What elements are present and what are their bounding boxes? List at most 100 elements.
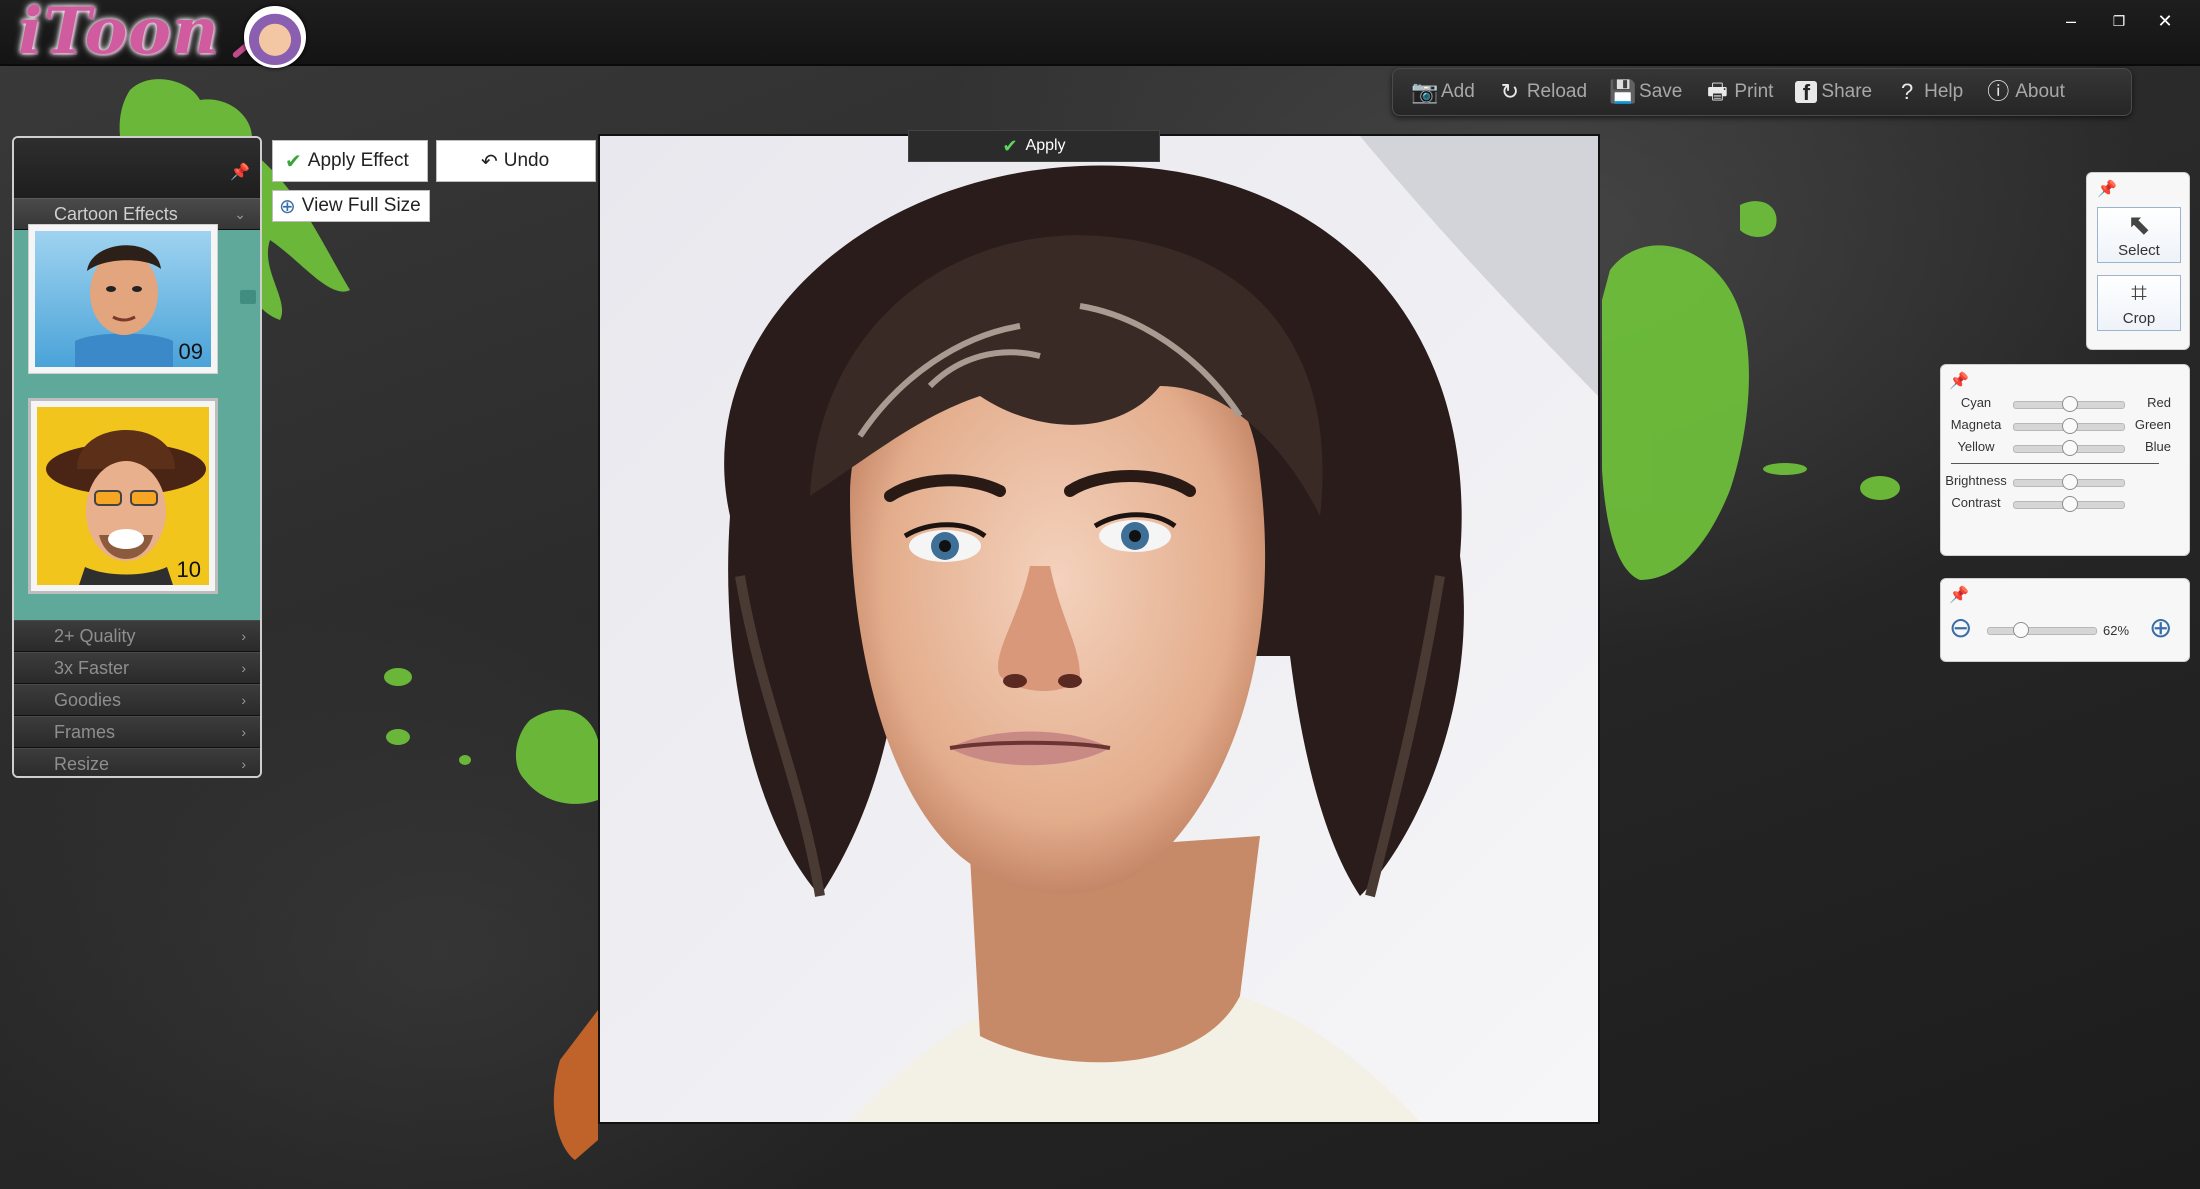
contrast-slider[interactable] [2013,496,2125,512]
yellow-blue-slider-row: Yellow Blue [1941,439,2181,459]
image-canvas[interactable] [598,134,1600,1124]
undo-label: Undo [503,150,550,171]
undo-icon: ↶ [481,150,498,173]
slider-knob[interactable] [2013,622,2030,638]
pin-icon[interactable]: 📌 [1949,585,1969,605]
view-full-size-label: View Full Size [301,195,421,216]
thumbnail-scrollbar[interactable] [240,290,256,304]
chevron-down-icon: ⌄ [234,206,246,222]
color-adjust-panel: 📌 Cyan Red Magneta Green Yellow Blue Bri… [1940,364,2190,556]
contrast-slider-row: Contrast [1941,495,2181,515]
menu-item-label: 3x Faster [54,658,130,678]
effects-panel: 📌 Cartoon Effects ⌄ 09 10 2+ Quality › 3… [12,136,262,778]
pin-icon[interactable]: 📌 [1949,371,1969,391]
panel-header: 📌 [14,138,260,198]
canvas-apply-button[interactable]: ✔ Apply [908,130,1160,162]
app-logo: iToon [18,0,220,69]
cartoon-portrait-image [600,136,1598,1122]
menu-item-resize[interactable]: Resize › [14,748,260,776]
reload-icon: ↻ [1500,79,1520,104]
title-bar: iToon – ❐ ✕ [0,0,2200,69]
apply-effect-button[interactable]: ✔ Apply Effect [272,140,428,182]
info-icon: ⓘ [1987,79,2010,104]
minimize-button[interactable]: – [2056,8,2086,34]
print-label: Print [1734,81,1774,102]
chevron-right-icon: › [241,756,246,772]
zoom-in-button[interactable]: ⊕ [2149,611,2172,644]
checkmark-icon: ✔ [285,150,302,173]
crop-label: Crop [2122,310,2156,327]
green-label: Green [2134,417,2171,432]
effect-thumbnail-09[interactable]: 09 [28,224,218,374]
chevron-right-icon: › [241,692,246,708]
view-full-size-button[interactable]: ⊕ View Full Size [272,190,430,222]
crop-icon: ⌗ [2131,277,2147,308]
slider-knob[interactable] [2062,418,2078,434]
crop-tool-button[interactable]: ⌗ Crop [2097,275,2181,331]
about-button[interactable]: ⓘ About [1985,79,2065,105]
reload-button[interactable]: ↻ Reload [1497,79,1587,105]
chevron-right-icon: › [241,660,246,676]
divider [1951,463,2159,464]
select-label: Select [2118,242,2160,259]
magenta-green-slider-row: Magneta Green [1941,417,2181,437]
print-icon: 🖶 [1706,79,1728,104]
pin-icon[interactable]: 📌 [230,162,250,182]
zoom-in-icon: ⊕ [279,195,296,218]
select-tool-button[interactable]: ⬉ Select [2097,207,2181,263]
brightness-slider[interactable] [2013,474,2125,490]
chevron-right-icon: › [241,724,246,740]
cyan-red-slider-row: Cyan Red [1941,395,2181,415]
print-button[interactable]: 🖶 Print [1704,79,1773,105]
zoom-percent: 62% [2103,623,2130,638]
slider-knob[interactable] [2062,396,2078,412]
menu-item-goodies[interactable]: Goodies › [14,684,260,716]
chevron-right-icon: › [241,628,246,644]
zoom-panel: 📌 ⊖ 62% ⊕ [1940,578,2190,662]
reload-label: Reload [1526,81,1588,102]
add-label: Add [1441,81,1475,102]
help-icon: ? [1901,79,1914,104]
share-label: Share [1821,81,1873,102]
add-button[interactable]: 📷 Add [1411,79,1475,105]
thumbnail-number: 10 [176,557,201,582]
cursor-icon: ⬉ [2127,209,2151,240]
contrast-label: Contrast [1951,495,2001,510]
slider-knob[interactable] [2062,474,2078,490]
blue-label: Blue [2144,439,2171,454]
menu-item-faster[interactable]: 3x Faster › [14,652,260,684]
cyan-red-slider[interactable] [2013,396,2125,412]
restore-button[interactable]: ❐ [2104,8,2134,34]
selection-tools-panel: 📌 ⬉ Select ⌗ Crop [2086,172,2190,350]
slider-knob[interactable] [2062,496,2078,512]
zoom-slider[interactable] [1987,622,2097,638]
save-button[interactable]: 💾 Save [1609,79,1682,105]
undo-button[interactable]: ↶ Undo [436,140,596,182]
slider-knob[interactable] [2062,440,2078,456]
canvas-apply-label: Apply [1025,137,1066,154]
magenta-green-slider[interactable] [2013,418,2125,434]
pin-icon[interactable]: 📌 [2097,179,2117,199]
share-button[interactable]: f Share [1795,81,1873,105]
effect-thumbnail-10[interactable]: 10 [28,398,218,594]
help-button[interactable]: ? Help [1894,79,1963,105]
thumbnail-09-image: 09 [35,231,211,367]
about-label: About [2015,81,2065,102]
save-label: Save [1639,81,1683,102]
checkmark-icon: ✔ [1002,135,1018,156]
magenta-label: Magneta [1950,417,2002,432]
yellow-label: Yellow [1957,439,1995,454]
thumbnail-10-image: 10 [37,407,209,585]
menu-item-label: Goodies [54,690,122,710]
yellow-blue-slider[interactable] [2013,440,2125,456]
help-label: Help [1924,81,1964,102]
brightness-slider-row: Brightness [1941,473,2181,493]
zoom-out-button[interactable]: ⊖ [1949,611,1972,644]
cyan-label: Cyan [1960,395,1992,410]
menu-item-quality[interactable]: 2+ Quality › [14,620,260,652]
red-label: Red [2147,395,2171,410]
menu-item-frames[interactable]: Frames › [14,716,260,748]
menu-item-label: Frames [54,722,116,742]
category-label: Cartoon Effects [54,204,178,224]
close-button[interactable]: ✕ [2150,8,2180,34]
